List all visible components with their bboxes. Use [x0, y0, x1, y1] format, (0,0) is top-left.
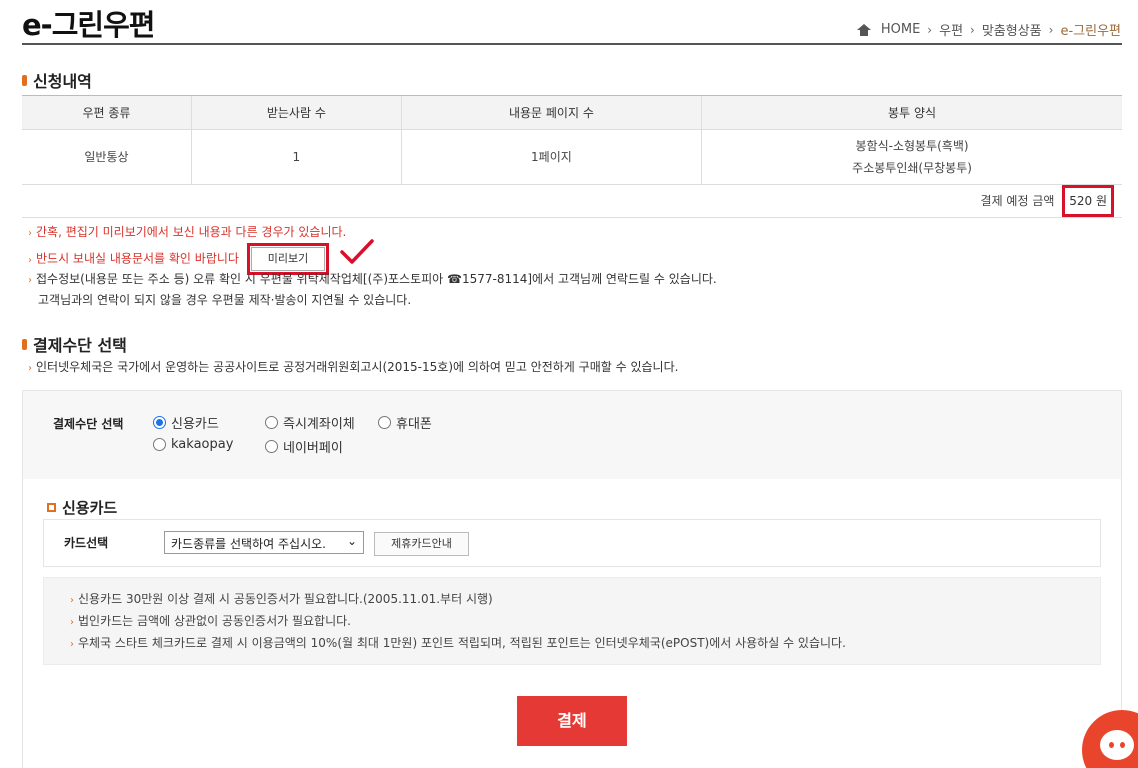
- arrow-icon: ›: [70, 639, 74, 650]
- radio-icon[interactable]: [153, 438, 166, 451]
- column-header: 봉투 양식: [701, 95, 1122, 130]
- page-title: e-그린우편: [22, 8, 155, 42]
- chevron-right-icon: ›: [927, 22, 933, 37]
- column-header: 받는사람 수: [190, 95, 402, 130]
- application-table: 우편 종류 받는사람 수 내용문 페이지 수 봉투 양식 일반통상 1 1페이지…: [22, 95, 1122, 218]
- table-row: 일반통상 1 1페이지 봉함식-소형봉투(흑백) 주소봉투인쇄(무창봉투): [22, 129, 1122, 185]
- card-select-label: 카드선택: [64, 536, 109, 550]
- card-info-item: › 법인카드는 금액에 상관없이 공동인증서가 필요합니다.: [70, 614, 351, 628]
- breadcrumb-post[interactable]: 우편: [939, 20, 963, 39]
- chevron-right-icon: ›: [1048, 22, 1054, 37]
- application-section-title: 신청내역: [22, 68, 92, 92]
- recipients-cell: 1: [190, 129, 402, 185]
- notice-line-1: › 간혹, 편집기 미리보기에서 보신 내용과 다른 경우가 있습니다.: [28, 225, 347, 239]
- payment-section-title: 결제수단 선택: [22, 332, 127, 356]
- notice-line-4: 고객님과의 연락이 되지 않을 경우 우편물 제작·발송이 지연될 수 있습니다…: [38, 293, 412, 307]
- total-cell: 결제 예정 금액 520 원: [22, 184, 1122, 218]
- radio-bank-transfer[interactable]: 즉시계좌이체: [265, 413, 355, 432]
- credit-card-title: 신용카드: [47, 497, 117, 518]
- checkmark-icon: [340, 239, 374, 264]
- arrow-icon: ›: [28, 363, 32, 374]
- partner-card-button[interactable]: 제휴카드안내: [374, 532, 469, 556]
- column-header: 내용문 페이지 수: [400, 95, 702, 130]
- breadcrumb-custom[interactable]: 맞춤형상품: [982, 20, 1042, 39]
- arrow-icon: ›: [28, 275, 32, 286]
- total-amount: 520 원: [1062, 185, 1114, 217]
- card-select-row: 카드선택 카드종류를 선택하여 주십시오. ⌄ 제휴카드안내: [43, 519, 1101, 567]
- chatbot-face-icon: [1100, 730, 1134, 760]
- arrow-icon: ›: [70, 617, 74, 628]
- envelope-cell: 봉함식-소형봉투(흑백) 주소봉투인쇄(무창봉투): [701, 129, 1122, 185]
- total-row: 결제 예정 금액 520 원: [22, 184, 1122, 218]
- square-bullet-icon: [47, 503, 56, 512]
- mail-type-cell: 일반통상: [22, 129, 192, 185]
- pages-cell: 1페이지: [400, 129, 702, 185]
- table-header-row: 우편 종류 받는사람 수 내용문 페이지 수 봉투 양식: [22, 95, 1122, 130]
- title-divider: [22, 43, 1122, 45]
- chevron-down-icon: ⌄: [346, 534, 357, 548]
- radio-mobile[interactable]: 휴대폰: [378, 413, 432, 432]
- preview-button[interactable]: 미리보기: [250, 247, 326, 271]
- card-info-item: › 신용카드 30만원 이상 결제 시 공동인증서가 필요합니다.(2005.11…: [70, 592, 493, 606]
- section-bullet-icon: [22, 338, 27, 350]
- payment-description: › 인터넷우체국은 국가에서 운영하는 공공사이트로 공정거래위원회고시(2015…: [28, 360, 679, 374]
- radio-selected-icon[interactable]: [153, 416, 166, 429]
- radio-kakaopay[interactable]: kakaopay: [153, 437, 233, 452]
- payment-method-label: 결제수단 선택: [53, 417, 124, 431]
- payment-box: 결제수단 선택 신용카드 즉시계좌이체 휴대폰 kakaopay 네이버페이 신…: [22, 390, 1122, 768]
- arrow-icon: ›: [28, 228, 32, 239]
- breadcrumb-home[interactable]: HOME: [881, 22, 920, 37]
- pay-button[interactable]: 결제: [517, 696, 627, 746]
- section-bullet-icon: [22, 74, 27, 86]
- breadcrumb-current: e-그린우편: [1060, 24, 1121, 39]
- chevron-right-icon: ›: [970, 22, 975, 37]
- home-icon[interactable]: [856, 23, 871, 36]
- column-header: 우편 종류: [22, 95, 192, 130]
- card-info-item: › 우체국 스타트 체크카드로 결제 시 이용금액의 10%(월 최대 1만원) …: [70, 636, 846, 650]
- radio-naverpay[interactable]: 네이버페이: [265, 437, 343, 456]
- card-info-box: › 신용카드 30만원 이상 결제 시 공동인증서가 필요합니다.(2005.11…: [43, 577, 1101, 665]
- arrow-icon: ›: [28, 254, 32, 266]
- arrow-icon: ›: [70, 595, 74, 606]
- envelope-line-2: 주소봉투인쇄(무창봉투): [852, 161, 972, 175]
- radio-icon[interactable]: [265, 440, 278, 453]
- radio-credit-card[interactable]: 신용카드: [153, 413, 219, 432]
- breadcrumb: HOME › 우편 › 맞춤형상품 › e-그린우편: [856, 20, 1121, 39]
- notice-line-3: › 접수정보(내용문 또는 주소 등) 오류 확인 시 우편물 위탁제작업체[(주…: [28, 272, 717, 286]
- credit-card-panel: 신용카드 카드선택 카드종류를 선택하여 주십시오. ⌄ 제휴카드안내 › 신용카…: [23, 479, 1121, 768]
- card-type-select[interactable]: 카드종류를 선택하여 주십시오. ⌄: [164, 531, 364, 554]
- envelope-line-1: 봉함식-소형봉투(흑백): [855, 139, 969, 153]
- total-label: 결제 예정 금액: [980, 194, 1055, 208]
- radio-icon[interactable]: [378, 416, 391, 429]
- radio-icon[interactable]: [265, 416, 278, 429]
